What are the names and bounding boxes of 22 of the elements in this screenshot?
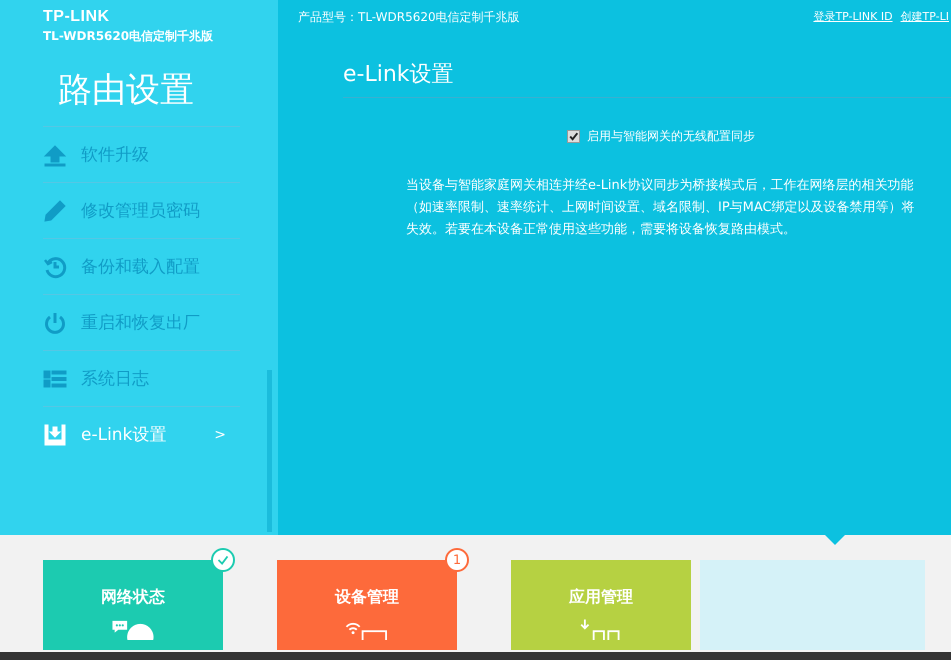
chevron-icon: > (214, 426, 226, 442)
upload-icon (43, 142, 67, 166)
power-icon (43, 310, 67, 334)
history-icon (43, 254, 67, 278)
count-badge: 1 (445, 548, 469, 572)
account-link[interactable]: 创建TP-LI (900, 9, 949, 26)
page-title: e-Link设置 (343, 59, 951, 98)
menu-item[interactable]: e-Link设置 (81, 423, 166, 446)
check-badge-icon (211, 548, 235, 572)
brand-logo: TP-LINK (43, 8, 110, 26)
menu-tile[interactable]: 网络状态 (43, 560, 223, 650)
download-icon (43, 422, 67, 446)
menu-tile[interactable]: 应用管理 (511, 560, 691, 650)
product-model: 产品型号：TL-WDR5620电信定制千兆版 (298, 9, 520, 26)
menu-tile[interactable] (700, 560, 925, 650)
checkbox-label: 启用与智能网关的无线配置同步 (587, 128, 755, 145)
model-name: TL-WDR5620电信定制千兆版 (43, 28, 214, 45)
section-title: 路由设置 (58, 69, 194, 112)
pencil-icon (43, 198, 67, 222)
checkbox[interactable] (567, 130, 580, 143)
account-link[interactable]: 登录TP-LINK ID (813, 9, 893, 26)
description-text: 当设备与智能家庭网关相连并经e-Link协议同步为桥接模式后，工作在网络层的相关功能（如速率限制、速率统计、上网时间设置、域名限制、IP与MAC绑定以及设备禁用等）将失效。若要在本设备正常使用这些功能，需要将设备恢复路由模式。 (406, 177, 916, 239)
